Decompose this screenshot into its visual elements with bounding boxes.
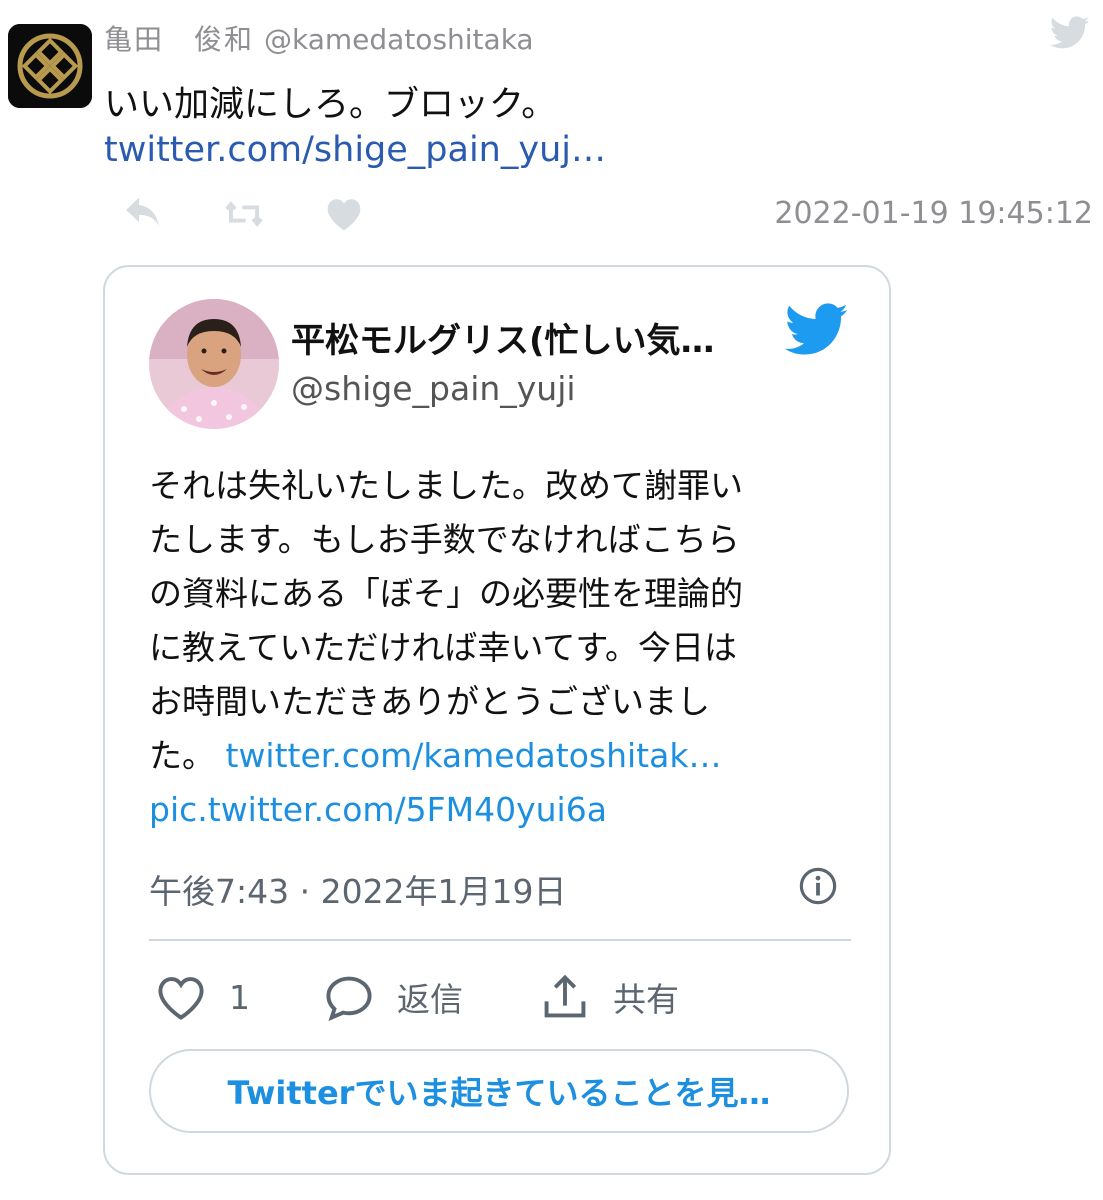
embedded-author-avatar[interactable] [149, 299, 279, 429]
embedded-author-handle[interactable]: @shige_pain_yuji [291, 369, 576, 408]
body-link[interactable]: twitter.com/kamedatoshitak… [226, 736, 722, 775]
reply-label: 返信 [397, 980, 463, 1019]
like-action[interactable]: 1 [155, 967, 250, 1027]
body-line: に教えていただければ幸いてす。今日は [149, 628, 738, 667]
embedded-tweet-card[interactable]: 平松モルグリス(忙しい気… @shige_pain_yuji それは失礼いたしま… [103, 265, 891, 1175]
reply-action[interactable]: 返信 [323, 967, 463, 1027]
like-icon[interactable] [324, 196, 364, 232]
tweet-text: いい加減にしろ。ブロック。 [104, 85, 557, 125]
like-count: 1 [229, 977, 250, 1017]
share-icon [544, 974, 586, 1018]
embedded-tweet-time[interactable]: 午後7:43 · 2022年1月19日 [149, 865, 567, 913]
embedded-author-name[interactable]: 平松モルグリス(忙しい気… [291, 313, 715, 362]
author-avatar[interactable] [8, 24, 92, 108]
embedded-actions: 1 返信 共有 [149, 967, 849, 1027]
body-line-last: た。 twitter.com/kamedatoshitak… [149, 729, 839, 783]
twitter-bird-icon[interactable] [1050, 16, 1090, 50]
body-pic-link[interactable]: pic.twitter.com/5FM40yui6a [149, 783, 839, 837]
embedded-tweet-body: それは失礼いたしました。改めて謝罪い たします。もしお手数でなければこちら の資… [149, 459, 839, 837]
tweet-timestamp: 2022-01-19 19:45:12 [774, 196, 1093, 231]
divider [149, 939, 851, 941]
author-header: 亀田 俊和 @kamedatoshitaka [104, 18, 534, 58]
body-line: の資料にある「ぼそ」の必要性を理論的 [149, 574, 743, 613]
info-icon[interactable] [799, 867, 837, 905]
comment-icon [326, 976, 372, 1021]
body-line: お時間いただきありがとうございまし [149, 682, 710, 721]
tweet-quoted-link[interactable]: twitter.com/shige_pain_yuj… [104, 130, 606, 170]
share-label: 共有 [613, 980, 679, 1019]
heart-outline-icon [158, 977, 204, 1020]
share-action[interactable]: 共有 [539, 967, 679, 1027]
author-handle[interactable]: @kamedatoshitaka [264, 23, 534, 56]
author-name[interactable]: 亀田 俊和 [104, 23, 254, 56]
body-line: たします。もしお手数でなければこちら [149, 520, 740, 559]
body-line: それは失礼いたしました。改めて謝罪い [149, 466, 743, 505]
twitter-bird-icon[interactable] [785, 303, 849, 357]
read-more-button[interactable]: Twitterでいま起きていることを見… [149, 1049, 849, 1133]
reply-icon[interactable] [124, 196, 164, 232]
body-last-prefix: た。 [149, 736, 226, 775]
retweet-icon[interactable] [224, 196, 264, 232]
